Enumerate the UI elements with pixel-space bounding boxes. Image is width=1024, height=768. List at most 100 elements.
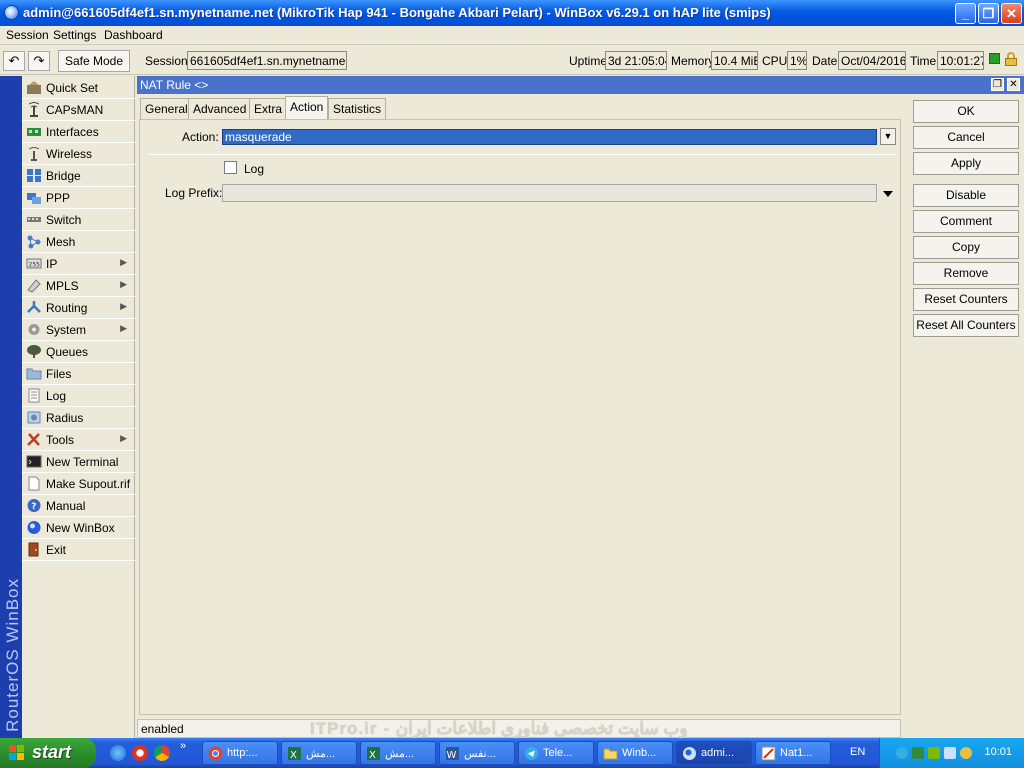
menu-settings[interactable]: Settings — [53, 28, 96, 42]
apply-button[interactable]: Apply — [913, 152, 1019, 175]
sidebar-item-files[interactable]: Files — [22, 363, 135, 385]
interfaces-icon — [27, 128, 41, 136]
sidebar-item-mesh[interactable]: Mesh — [22, 231, 135, 253]
tab-extra[interactable]: Extra — [249, 98, 288, 119]
ie-icon[interactable] — [110, 745, 126, 761]
task-paint[interactable]: Nat1... — [755, 741, 831, 765]
action-select[interactable]: masquerade — [222, 129, 877, 145]
sidebar-item-wireless[interactable]: Wireless — [22, 143, 135, 165]
sidebar-item-mpls[interactable]: MPLS ▶ — [22, 275, 135, 297]
sidebar-item-new-winbox[interactable]: New WinBox — [22, 517, 135, 539]
log-checkbox[interactable] — [224, 161, 237, 174]
divider — [148, 154, 896, 155]
action-dropdown-icon[interactable]: ▼ — [880, 128, 896, 145]
sidebar: Quick Set CAPsMAN Interfaces Wireless Br… — [22, 76, 135, 738]
menu-dashboard[interactable]: Dashboard — [104, 28, 163, 42]
log-prefix-toggle-icon[interactable] — [883, 191, 893, 197]
action-tab-panel: Action: masquerade ▼ Log Log Prefix: — [139, 119, 901, 715]
routing-icon — [27, 301, 41, 313]
task-folder[interactable]: Winb... — [597, 741, 673, 765]
folder-icon — [603, 748, 618, 760]
sidebar-item-label: Queues — [46, 345, 89, 359]
sidebar-item-log[interactable]: Log — [22, 385, 135, 407]
language-indicator[interactable]: EN — [850, 746, 865, 758]
cpu-field: 1% — [787, 51, 807, 70]
copy-button[interactable]: Copy — [913, 236, 1019, 259]
sidebar-item-routing[interactable]: Routing ▶ — [22, 297, 135, 319]
system-tray: 10:01 — [879, 738, 1024, 768]
task-excel-2[interactable]: X مش... — [360, 741, 436, 765]
sidebar-item-switch[interactable]: Switch — [22, 209, 135, 231]
session-field: 661605df4ef1.sn.mynetname.net — [187, 51, 347, 70]
task-excel-1[interactable]: X مش... — [281, 741, 357, 765]
task-winbox[interactable]: admi... — [676, 741, 752, 765]
task-word[interactable]: W نفس... — [439, 741, 515, 765]
lock-icon — [1005, 52, 1017, 66]
time-field: 10:01:27 — [937, 51, 984, 70]
brand-text: RouterOS WinBox — [3, 578, 22, 732]
task-telegram[interactable]: Tele... — [518, 741, 594, 765]
sidebar-item-queues[interactable]: Queues — [22, 341, 135, 363]
word-icon: W — [446, 747, 459, 761]
wireless-icon — [28, 147, 40, 161]
comment-button[interactable]: Comment — [913, 210, 1019, 233]
ok-button[interactable]: OK — [913, 100, 1019, 123]
session-label: Session: — [145, 54, 192, 68]
maximize-button[interactable]: ❐ — [978, 3, 999, 24]
chrome-icon[interactable] — [154, 745, 170, 761]
tray-telegram-icon[interactable] — [896, 747, 908, 759]
log-prefix-input[interactable] — [222, 184, 877, 202]
start-button[interactable]: start — [0, 738, 96, 768]
task-label: Tele... — [543, 747, 573, 759]
task-label: Winb... — [622, 747, 657, 759]
reset-counters-button[interactable]: Reset Counters — [913, 288, 1019, 311]
redo-button[interactable]: ↷ — [28, 51, 50, 71]
ppp-icon — [27, 193, 41, 204]
undo-button[interactable]: ↶ — [3, 51, 25, 71]
tab-action[interactable]: Action — [285, 96, 329, 119]
remove-button[interactable]: Remove — [913, 262, 1019, 285]
menu-session[interactable]: Session — [6, 28, 49, 42]
disable-button[interactable]: Disable — [913, 184, 1019, 207]
safe-mode-button[interactable]: Safe Mode — [58, 50, 130, 72]
mpls-icon — [27, 279, 41, 293]
tab-statistics[interactable]: Statistics — [328, 98, 387, 119]
sidebar-item-new-terminal[interactable]: New Terminal — [22, 451, 135, 473]
reset-all-counters-button[interactable]: Reset All Counters — [913, 314, 1019, 337]
sidebar-item-capsman[interactable]: CAPsMAN — [22, 99, 135, 121]
tray-network-icon[interactable] — [912, 747, 924, 759]
tray-display-icon[interactable] — [944, 747, 956, 759]
sidebar-item-radius[interactable]: Radius — [22, 407, 135, 429]
task-chrome[interactable]: http:... — [202, 741, 278, 765]
task-label: مش... — [306, 748, 336, 760]
excel-icon: X — [288, 747, 301, 761]
more-quicklaunch-icon[interactable]: » — [180, 740, 186, 752]
action-label: Action: — [182, 130, 219, 144]
sidebar-item-quick-set[interactable]: Quick Set — [22, 77, 135, 99]
uptime-field: 3d 21:05:04 — [605, 51, 667, 70]
taskbar-clock[interactable]: 10:01 — [984, 746, 1012, 758]
sidebar-item-ip[interactable]: 255 IP ▶ — [22, 253, 135, 275]
sidebar-item-label: Files — [46, 367, 72, 381]
sidebar-item-label: Interfaces — [46, 125, 99, 139]
tray-security-icon[interactable] — [928, 747, 940, 759]
sidebar-item-interfaces[interactable]: Interfaces — [22, 121, 135, 143]
opera-icon[interactable] — [132, 745, 148, 761]
sidebar-item-tools[interactable]: Tools ▶ — [22, 429, 135, 451]
sidebar-item-make-supout[interactable]: Make Supout.rif — [22, 473, 135, 495]
sidebar-item-bridge[interactable]: Bridge — [22, 165, 135, 187]
sidebar-item-ppp[interactable]: PPP — [22, 187, 135, 209]
cancel-button[interactable]: Cancel — [913, 126, 1019, 149]
tab-advanced[interactable]: Advanced — [188, 98, 252, 119]
tray-info-icon[interactable] — [960, 747, 972, 759]
close-button[interactable]: ✕ — [1001, 3, 1022, 24]
sidebar-item-system[interactable]: System ▶ — [22, 319, 135, 341]
nat-close-button[interactable]: ✕ — [1007, 78, 1020, 91]
queues-icon — [27, 345, 41, 358]
minimize-button[interactable]: _ — [955, 3, 976, 24]
sidebar-item-exit[interactable]: Exit — [22, 539, 135, 561]
sidebar-item-manual[interactable]: ? Manual — [22, 495, 135, 517]
sidebar-item-label: MPLS — [46, 279, 79, 293]
tab-general[interactable]: General — [140, 98, 193, 119]
nat-restore-button[interactable]: ❐ — [991, 78, 1004, 91]
